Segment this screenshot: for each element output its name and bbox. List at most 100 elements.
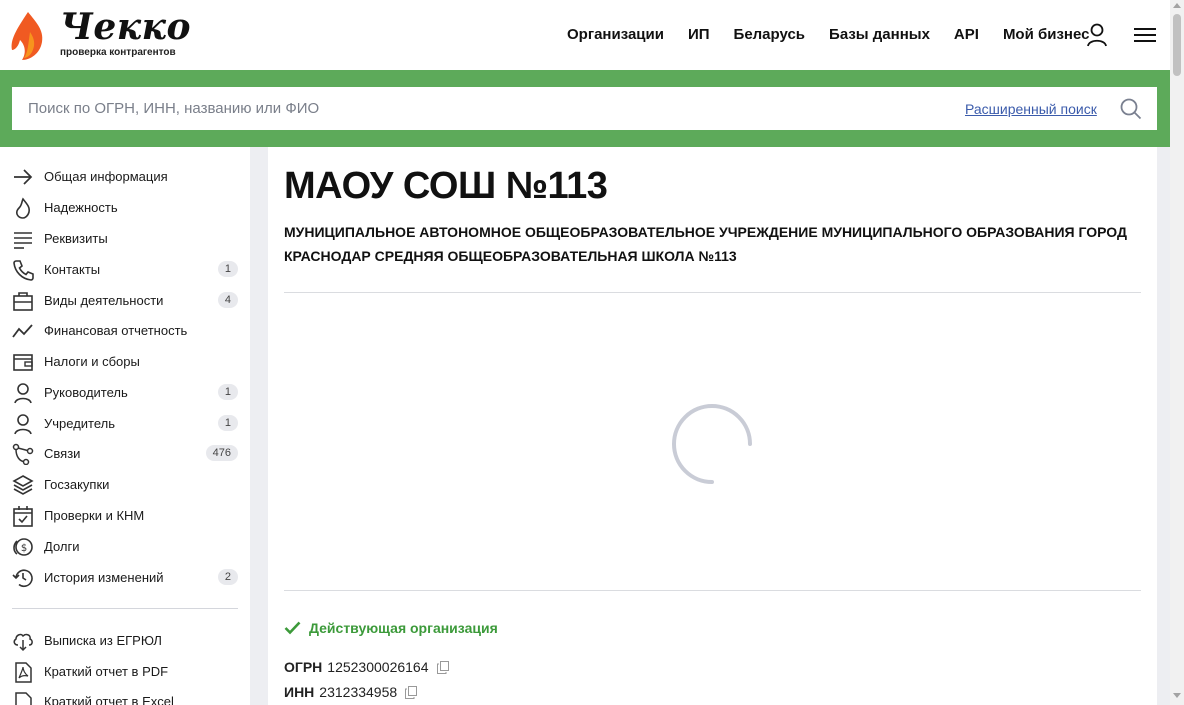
logo-wordmark: Чекко	[60, 6, 192, 48]
trend-icon	[12, 324, 33, 338]
inn-label: ИНН	[284, 684, 315, 700]
sidebar-doc-egrul[interactable]: Выписка из ЕГРЮЛ	[0, 625, 250, 656]
sidebar-item-inspections[interactable]: Проверки и КНМ	[0, 500, 250, 531]
cloud-download-icon	[13, 633, 33, 652]
top-header: Чекко проверка контрагентов Организации …	[0, 0, 1170, 70]
sidebar-item-debts[interactable]: $ Долги	[0, 531, 250, 562]
sidebar-divider	[12, 608, 238, 609]
ogrn-value: 1252300026164	[327, 659, 429, 675]
scroll-down-arrow-icon[interactable]	[1173, 693, 1181, 698]
sidebar-item-label: Финансовая отчетность	[44, 323, 188, 338]
inn-row: ИНН 2312334958	[284, 684, 418, 700]
lines-icon	[14, 232, 32, 249]
page-scrollbar[interactable]	[1170, 0, 1184, 705]
nav-my-business[interactable]: Мой бизнес	[1003, 26, 1090, 43]
page-title: МАОУ СОШ №113	[284, 165, 608, 207]
search-icon[interactable]	[1120, 98, 1142, 120]
wallet-icon	[13, 354, 33, 371]
loading-spinner-icon	[672, 404, 752, 484]
calendar-check-icon	[13, 506, 33, 527]
coins-icon: $	[13, 538, 33, 556]
nav-api[interactable]: API	[954, 26, 979, 43]
sidebar-item-label: История изменений	[44, 570, 164, 585]
sidebar-item-procurement[interactable]: Госзакупки	[0, 469, 250, 500]
advanced-search-link[interactable]: Расширенный поиск	[965, 101, 1097, 117]
status-text: Действующая организация	[309, 620, 498, 636]
nav-databases[interactable]: Базы данных	[829, 26, 930, 43]
sidebar-item-label: Долги	[44, 539, 80, 554]
nav-belarus[interactable]: Беларусь	[734, 26, 806, 43]
sidebar-item-label: Надежность	[44, 200, 118, 215]
search-band: Расширенный поиск	[0, 70, 1170, 147]
logo-tagline: проверка контрагентов	[60, 47, 176, 58]
count-badge: 1	[217, 384, 238, 400]
sidebar-item-founder[interactable]: Учредитель 1	[0, 408, 250, 439]
count-badge: 2	[217, 569, 238, 585]
sidebar-item-label: Проверки и КНМ	[44, 508, 145, 523]
sidebar-item-label: Общая информация	[44, 169, 168, 184]
phone-icon	[13, 260, 34, 281]
sidebar-item-history[interactable]: История изменений 2	[0, 562, 250, 593]
flame-logo-icon	[11, 12, 43, 60]
status-badge: Действующая организация	[284, 620, 498, 636]
count-badge: 1	[217, 261, 238, 277]
count-badge: 476	[205, 445, 238, 461]
sidebar-item-taxes[interactable]: Налоги и сборы	[0, 346, 250, 377]
sidebar-item-director[interactable]: Руководитель 1	[0, 377, 250, 408]
history-icon	[12, 569, 33, 588]
copy-icon[interactable]	[436, 660, 449, 674]
copy-icon[interactable]	[405, 685, 418, 699]
ogrn-row: ОГРН 1252300026164	[284, 659, 449, 675]
divider	[284, 590, 1141, 591]
flame-icon	[16, 197, 30, 219]
main-nav: Организации ИП Беларусь Базы данных API …	[567, 26, 1089, 43]
layers-icon	[12, 475, 34, 495]
sidebar-item-label: Учредитель	[44, 416, 116, 431]
svg-text:$: $	[21, 543, 27, 554]
sidebar-item-connections[interactable]: Связи 476	[0, 438, 250, 469]
divider	[284, 292, 1141, 293]
sidebar-item-label: Руководитель	[44, 385, 128, 400]
hamburger-menu-icon[interactable]	[1134, 27, 1156, 43]
nav-organizations[interactable]: Организации	[567, 26, 664, 43]
pdf-icon	[15, 662, 32, 683]
sidebar-item-label: Виды деятельности	[44, 293, 164, 308]
count-badge: 4	[217, 292, 238, 308]
sidebar-doc-label: Краткий отчет в PDF	[44, 664, 169, 679]
scroll-up-arrow-icon[interactable]	[1173, 3, 1181, 8]
search-box: Расширенный поиск	[12, 87, 1157, 130]
sidebar-item-label: Контакты	[44, 262, 101, 277]
sidebar-doc-label: Краткий отчет в Excel	[44, 694, 174, 705]
sidebar-item-contacts[interactable]: Контакты 1	[0, 254, 250, 285]
inn-value: 2312334958	[319, 684, 398, 700]
nav-ip[interactable]: ИП	[688, 26, 710, 43]
sidebar-item-activities[interactable]: Виды деятельности 4	[0, 285, 250, 316]
check-icon	[284, 621, 301, 635]
sidebar: Общая информация Надежность Реквизиты Ко…	[0, 147, 250, 705]
sidebar-item-reliability[interactable]: Надежность	[0, 192, 250, 223]
company-full-name: МУНИЦИПАЛЬНОЕ АВТОНОМНОЕ ОБЩЕОБРАЗОВАТЕЛ…	[284, 224, 1127, 264]
connections-icon	[12, 443, 34, 465]
sidebar-doc-pdf[interactable]: Краткий отчет в PDF	[0, 656, 250, 687]
scroll-thumb[interactable]	[1173, 14, 1181, 76]
sidebar-item-label: Реквизиты	[44, 231, 108, 246]
sidebar-item-finance[interactable]: Финансовая отчетность	[0, 315, 250, 346]
user-icon[interactable]	[1086, 23, 1108, 47]
ogrn-label: ОГРН	[284, 659, 323, 675]
sidebar-doc-excel[interactable]: Краткий отчет в Excel	[0, 686, 250, 705]
sidebar-item-requisites[interactable]: Реквизиты	[0, 223, 250, 254]
arrow-right-icon	[14, 169, 33, 185]
company-card: МАОУ СОШ №113 МУНИЦИПАЛЬНОЕ АВТОНОМНОЕ О…	[268, 147, 1157, 705]
person-icon	[14, 383, 32, 404]
person-icon	[14, 414, 32, 435]
sidebar-item-general[interactable]: Общая информация	[0, 161, 250, 192]
sidebar-item-label: Налоги и сборы	[44, 354, 140, 369]
sidebar-item-label: Госзакупки	[44, 477, 110, 492]
count-badge: 1	[217, 415, 238, 431]
search-input[interactable]	[12, 87, 912, 130]
sidebar-item-label: Связи	[44, 446, 81, 461]
excel-icon	[15, 692, 32, 705]
sidebar-doc-label: Выписка из ЕГРЮЛ	[44, 633, 162, 648]
briefcase-icon	[13, 292, 33, 311]
logo[interactable]: Чекко проверка контрагентов	[10, 6, 200, 62]
